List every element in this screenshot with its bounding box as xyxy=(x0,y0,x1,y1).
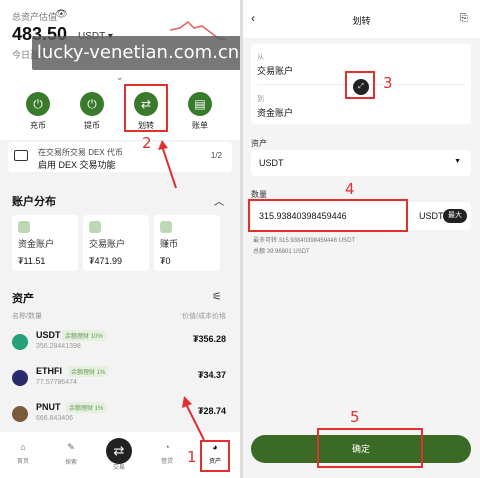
dist-name: 赚币 xyxy=(160,239,179,249)
promo-page-indicator: 1/2 xyxy=(210,151,222,160)
pnut-icon xyxy=(12,406,28,422)
assets-title: 资产 xyxy=(12,293,34,305)
page-title: 划转 xyxy=(352,16,371,26)
withdraw-button[interactable]: ⏻ 提币 xyxy=(72,92,112,131)
ethfi-icon xyxy=(12,370,28,386)
distribution-title: 账户分布 xyxy=(12,196,56,208)
promo-line2: 启用 DEX 交易功能 xyxy=(38,160,116,170)
home-icon: ⌂ xyxy=(20,442,26,452)
nav-label: 探索 xyxy=(64,460,77,466)
annotation-5: 5 xyxy=(350,408,360,426)
available-amount: 最多可转 315.93840398459446 USDT xyxy=(253,238,356,244)
dist-value: ₮0 xyxy=(160,256,171,266)
card-icon xyxy=(14,150,28,161)
amount-unit: USDT xyxy=(419,211,444,221)
history-icon[interactable]: ⎘ xyxy=(460,13,468,24)
nav-loan[interactable]: ◔ 借贷 xyxy=(148,442,186,465)
to-account[interactable]: 资金账户 xyxy=(257,106,293,119)
withdraw-icon: ⏻ xyxy=(80,92,104,116)
explore-icon: ✎ xyxy=(67,442,75,452)
funding-account-icon xyxy=(18,221,30,233)
earn-icon xyxy=(160,221,172,233)
bill-label: 账单 xyxy=(192,121,208,130)
nav-trade[interactable]: 交易 xyxy=(100,462,138,471)
asset-name: ETHFI xyxy=(36,366,62,376)
to-label: 到 xyxy=(257,96,264,103)
asset-name: PNUT xyxy=(36,402,61,412)
col-value-cost: 价值/成本价格 xyxy=(182,313,226,320)
dropdown-arrow-icon: ▼ xyxy=(454,158,461,165)
promo-line1: 在交易所交易 DEX 代币 xyxy=(38,148,123,157)
assets-screen: 总资产估值 👁 483.50 USDT ▾ 今日盈亏 ⌄ lucky-venet… xyxy=(0,0,240,478)
nav-explore[interactable]: ✎ 探索 xyxy=(52,442,90,466)
asset-value: ₮34.37 xyxy=(197,370,226,380)
dist-card-funding[interactable]: 资金账户 ₮11.51 xyxy=(12,215,78,271)
asset-tag: 余额理财 1% xyxy=(66,402,107,413)
coin-select[interactable]: USDT ▼ xyxy=(251,150,471,176)
asset-qty: 77.57786474 xyxy=(36,379,77,386)
annotation-1: 1 xyxy=(187,448,197,466)
highlight-box-confirm xyxy=(317,428,423,468)
highlight-box-swap xyxy=(345,71,375,99)
dist-value: ₮471.99 xyxy=(89,256,123,266)
max-button[interactable]: 最大 xyxy=(443,209,467,223)
nav-label: 借贷 xyxy=(160,459,173,465)
chevron-down-icon[interactable]: ⌄ xyxy=(116,72,124,83)
dist-name: 资金账户 xyxy=(18,239,55,249)
watermark-banner: lucky-venetian.com.cn xyxy=(32,36,240,70)
annotation-2: 2 xyxy=(142,134,152,152)
bill-icon: ▤ xyxy=(188,92,212,116)
usdt-icon xyxy=(12,334,28,350)
filter-icon[interactable]: ⚟ xyxy=(212,290,222,303)
quick-actions: ⏻ 充币 ⏻ 提币 ⇄ 划转 ▤ 账单 xyxy=(0,86,240,140)
total-assets-label: 总资产估值 xyxy=(12,12,58,22)
dist-name: 交易账户 xyxy=(89,239,126,249)
total-amount-info: 总额 39.96801 USDT xyxy=(253,249,310,255)
from-label: 从 xyxy=(257,54,264,61)
deposit-label: 充币 xyxy=(30,121,46,130)
withdraw-label: 提币 xyxy=(84,121,100,130)
dist-card-earn[interactable]: 赚币 ₮0 xyxy=(154,215,220,271)
dist-card-trading[interactable]: 交易账户 ₮471.99 xyxy=(83,215,149,271)
highlight-box-assets xyxy=(200,440,230,472)
asset-tag: 余额理财 10% xyxy=(62,330,106,341)
asset-name: USDT xyxy=(36,330,61,340)
deposit-icon: ⏻ xyxy=(26,92,50,116)
chevron-up-icon[interactable]: ︿ xyxy=(214,193,224,208)
arrow-icon xyxy=(182,396,205,441)
nav-home[interactable]: ⌂ 首页 xyxy=(4,442,42,465)
deposit-button[interactable]: ⏻ 充币 xyxy=(18,92,58,131)
eye-icon[interactable]: 👁 xyxy=(55,9,68,20)
loan-icon: ◔ xyxy=(164,442,170,452)
coin-label: 资产 xyxy=(251,139,267,148)
asset-tag: 余额理财 1% xyxy=(68,366,109,377)
highlight-box-transfer xyxy=(124,84,168,132)
col-name-qty: 名称/数量 xyxy=(12,313,42,320)
transfer-header: ‹ 划转 ⎘ xyxy=(243,0,480,38)
asset-row-ethfi[interactable]: ETHFI 余额理财 1% 77.57786474 ₮34.37 xyxy=(0,362,240,398)
coin-value: USDT xyxy=(259,158,284,168)
trade-icon[interactable]: ⇄ xyxy=(106,438,132,464)
trading-account-icon xyxy=(89,221,101,233)
annotation-4: 4 xyxy=(345,180,355,198)
asset-qty: 356.28441398 xyxy=(36,343,81,350)
from-account[interactable]: 交易账户 xyxy=(257,64,293,77)
nav-label: 首页 xyxy=(16,459,29,465)
dex-promo-card[interactable]: 在交易所交易 DEX 代币 启用 DEX 交易功能 1/2 xyxy=(8,142,232,172)
dist-value: ₮11.51 xyxy=(18,256,46,266)
transfer-screen: ‹ 划转 ⎘ 从 交易账户 到 资金账户 ⤢ 资产 USDT ▼ 数量 315.… xyxy=(243,0,480,478)
highlight-box-amount xyxy=(248,199,408,232)
arrow-icon xyxy=(158,140,177,189)
annotation-3: 3 xyxy=(383,74,393,92)
bill-button[interactable]: ▤ 账单 xyxy=(180,92,220,131)
nav-label: 交易 xyxy=(112,465,125,471)
asset-value: ₮356.28 xyxy=(192,334,226,344)
asset-row-usdt[interactable]: USDT 余额理财 10% 356.28441398 ₮356.28 xyxy=(0,326,240,362)
asset-qty: 666.843406 xyxy=(36,415,73,422)
